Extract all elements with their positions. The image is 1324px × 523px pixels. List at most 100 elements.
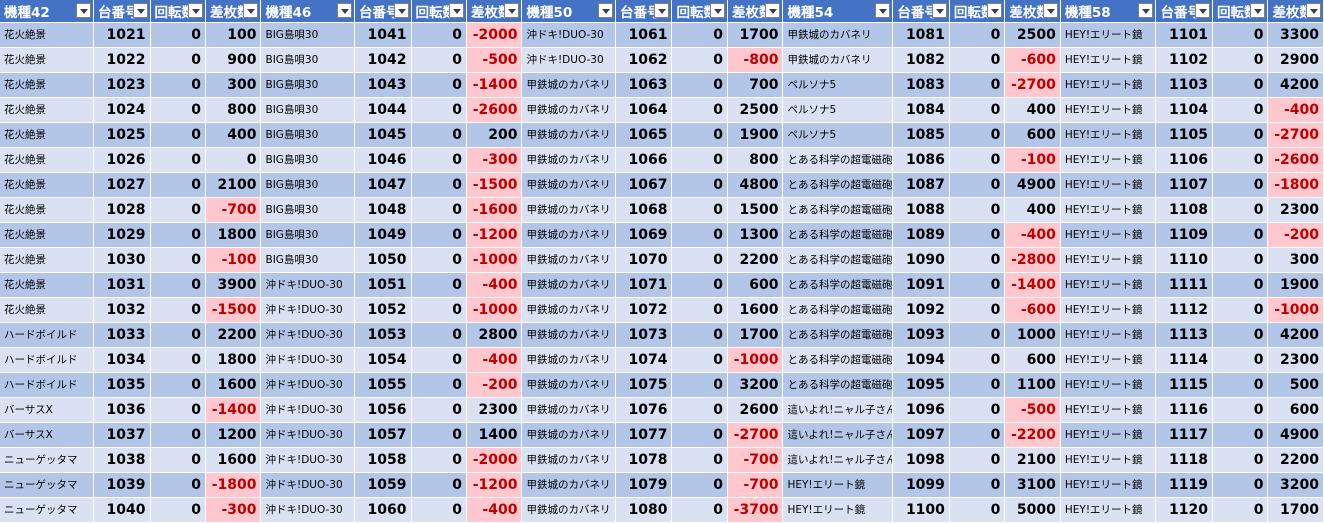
cell-machine-number-column[interactable]: 1070 — [615, 247, 673, 273]
cell-machine-number-column[interactable]: 1061 — [615, 22, 673, 48]
cell-model-column[interactable]: 花火絶景 — [0, 222, 94, 248]
cell-machine-number-column[interactable]: 1028 — [93, 197, 151, 223]
cell-spin-count-column[interactable]: 0 — [150, 222, 207, 248]
cell-spin-count-column[interactable]: 0 — [411, 172, 467, 198]
cell-spin-count-column[interactable]: 0 — [150, 447, 207, 473]
cell-model-column[interactable]: 甲鉄城のカバネリ — [521, 197, 616, 223]
cell-spin-count-column[interactable]: 0 — [411, 47, 467, 73]
cell-model-column[interactable]: 甲鉄城のカバネリ — [521, 97, 616, 123]
header-spin-count-column-4[interactable]: 回転数 — [949, 0, 1006, 23]
header-diff-column-3[interactable]: 差枚数 — [727, 0, 784, 23]
cell-model-column[interactable]: 沖ドキ!DUO-30 — [521, 22, 616, 48]
cell-spin-count-column[interactable]: 0 — [1212, 322, 1269, 348]
cell-machine-number-column[interactable]: 1069 — [615, 222, 673, 248]
cell-model-column[interactable]: 甲鉄城のカバネリ — [521, 247, 616, 273]
cell-spin-count-column[interactable]: 0 — [949, 147, 1006, 173]
cell-diff-column[interactable]: 2900 — [1267, 47, 1324, 73]
cell-machine-number-column[interactable]: 1055 — [354, 372, 412, 398]
cell-machine-number-column[interactable]: 1054 — [354, 347, 412, 373]
cell-machine-number-column[interactable]: 1059 — [354, 472, 412, 498]
cell-diff-column[interactable]: 100 — [205, 22, 262, 48]
cell-diff-column[interactable]: 1900 — [727, 122, 784, 148]
cell-model-column[interactable]: ニューゲッタマ — [0, 472, 94, 498]
cell-machine-number-column[interactable]: 1068 — [615, 197, 673, 223]
cell-spin-count-column[interactable]: 0 — [150, 397, 207, 423]
cell-diff-column[interactable]: -1600 — [466, 197, 523, 223]
cell-diff-column[interactable]: 3300 — [1267, 22, 1324, 48]
filter-dropdown-icon[interactable] — [765, 3, 781, 18]
cell-diff-column[interactable]: -200 — [466, 372, 523, 398]
cell-machine-number-column[interactable]: 1037 — [93, 422, 151, 448]
cell-machine-number-column[interactable]: 1033 — [93, 322, 151, 348]
cell-diff-column[interactable]: -100 — [205, 247, 262, 273]
cell-diff-column[interactable]: 1700 — [727, 322, 784, 348]
cell-spin-count-column[interactable]: 0 — [150, 272, 207, 298]
cell-model-column[interactable]: HEY!エリート鏡 — [782, 472, 894, 498]
cell-model-column[interactable]: 沖ドキ!DUO-30 — [260, 397, 355, 423]
cell-diff-column[interactable]: -300 — [205, 497, 262, 523]
cell-diff-column[interactable]: 300 — [205, 72, 262, 98]
cell-spin-count-column[interactable]: 0 — [1212, 247, 1269, 273]
cell-machine-number-column[interactable]: 1048 — [354, 197, 412, 223]
cell-model-column[interactable]: 甲鉄城のカバネリ — [521, 297, 616, 323]
cell-machine-number-column[interactable]: 1075 — [615, 372, 673, 398]
cell-model-column[interactable]: HEY!エリート鏡 — [1060, 147, 1157, 173]
cell-machine-number-column[interactable]: 1097 — [892, 422, 950, 448]
cell-model-column[interactable]: 花火絶景 — [0, 22, 94, 48]
filter-dropdown-icon[interactable] — [1138, 3, 1154, 18]
cell-model-column[interactable]: 花火絶景 — [0, 172, 94, 198]
cell-spin-count-column[interactable]: 0 — [150, 472, 207, 498]
cell-diff-column[interactable]: -1500 — [205, 297, 262, 323]
cell-diff-column[interactable]: 2800 — [466, 322, 523, 348]
cell-model-column[interactable]: とある科学の超電磁砲 — [782, 222, 894, 248]
cell-model-column[interactable]: HEY!エリート鏡 — [1060, 347, 1157, 373]
cell-diff-column[interactable]: 2500 — [727, 97, 784, 123]
cell-machine-number-column[interactable]: 1025 — [93, 122, 151, 148]
cell-model-column[interactable]: とある科学の超電磁砲 — [782, 172, 894, 198]
cell-diff-column[interactable]: 600 — [1004, 122, 1061, 148]
cell-spin-count-column[interactable]: 0 — [150, 197, 207, 223]
cell-model-column[interactable]: HEY!エリート鏡 — [1060, 197, 1157, 223]
cell-machine-number-column[interactable]: 1056 — [354, 397, 412, 423]
filter-dropdown-icon[interactable] — [1250, 3, 1266, 18]
filter-dropdown-icon[interactable] — [243, 3, 259, 18]
cell-spin-count-column[interactable]: 0 — [1212, 22, 1269, 48]
cell-diff-column[interactable]: -400 — [466, 497, 523, 523]
cell-spin-count-column[interactable]: 0 — [411, 322, 467, 348]
cell-diff-column[interactable]: -700 — [727, 472, 784, 498]
cell-diff-column[interactable]: -400 — [1004, 222, 1061, 248]
cell-machine-number-column[interactable]: 1041 — [354, 22, 412, 48]
cell-model-column[interactable]: 花火絶景 — [0, 272, 94, 298]
cell-machine-number-column[interactable]: 1104 — [1155, 97, 1213, 123]
header-model-column-5[interactable]: 機種58 — [1060, 0, 1157, 23]
cell-diff-column[interactable]: 1200 — [205, 422, 262, 448]
cell-machine-number-column[interactable]: 1101 — [1155, 22, 1213, 48]
cell-spin-count-column[interactable]: 0 — [949, 472, 1006, 498]
cell-spin-count-column[interactable]: 0 — [411, 222, 467, 248]
cell-spin-count-column[interactable]: 0 — [411, 422, 467, 448]
header-machine-number-column-4[interactable]: 台番号 — [892, 0, 950, 23]
cell-diff-column[interactable]: 3200 — [727, 372, 784, 398]
filter-dropdown-icon[interactable] — [1042, 3, 1058, 18]
cell-diff-column[interactable]: -600 — [1004, 297, 1061, 323]
cell-spin-count-column[interactable]: 0 — [411, 22, 467, 48]
cell-spin-count-column[interactable]: 0 — [671, 147, 728, 173]
cell-machine-number-column[interactable]: 1108 — [1155, 197, 1213, 223]
cell-machine-number-column[interactable]: 1032 — [93, 297, 151, 323]
cell-model-column[interactable]: BIG島唄30 — [260, 97, 355, 123]
cell-spin-count-column[interactable]: 0 — [949, 47, 1006, 73]
cell-diff-column[interactable]: -700 — [205, 197, 262, 223]
filter-dropdown-icon[interactable] — [504, 3, 520, 18]
cell-diff-column[interactable]: 1800 — [205, 347, 262, 373]
cell-spin-count-column[interactable]: 0 — [949, 297, 1006, 323]
cell-spin-count-column[interactable]: 0 — [949, 322, 1006, 348]
header-diff-column-5[interactable]: 差枚数 — [1267, 0, 1324, 23]
cell-spin-count-column[interactable]: 0 — [1212, 372, 1269, 398]
cell-spin-count-column[interactable]: 0 — [949, 222, 1006, 248]
cell-diff-column[interactable]: 4200 — [1267, 72, 1324, 98]
cell-spin-count-column[interactable]: 0 — [1212, 147, 1269, 173]
cell-model-column[interactable]: 甲鉄城のカバネリ — [521, 397, 616, 423]
cell-machine-number-column[interactable]: 1021 — [93, 22, 151, 48]
cell-diff-column[interactable]: 5000 — [1004, 497, 1061, 523]
cell-diff-column[interactable]: -3700 — [727, 497, 784, 523]
